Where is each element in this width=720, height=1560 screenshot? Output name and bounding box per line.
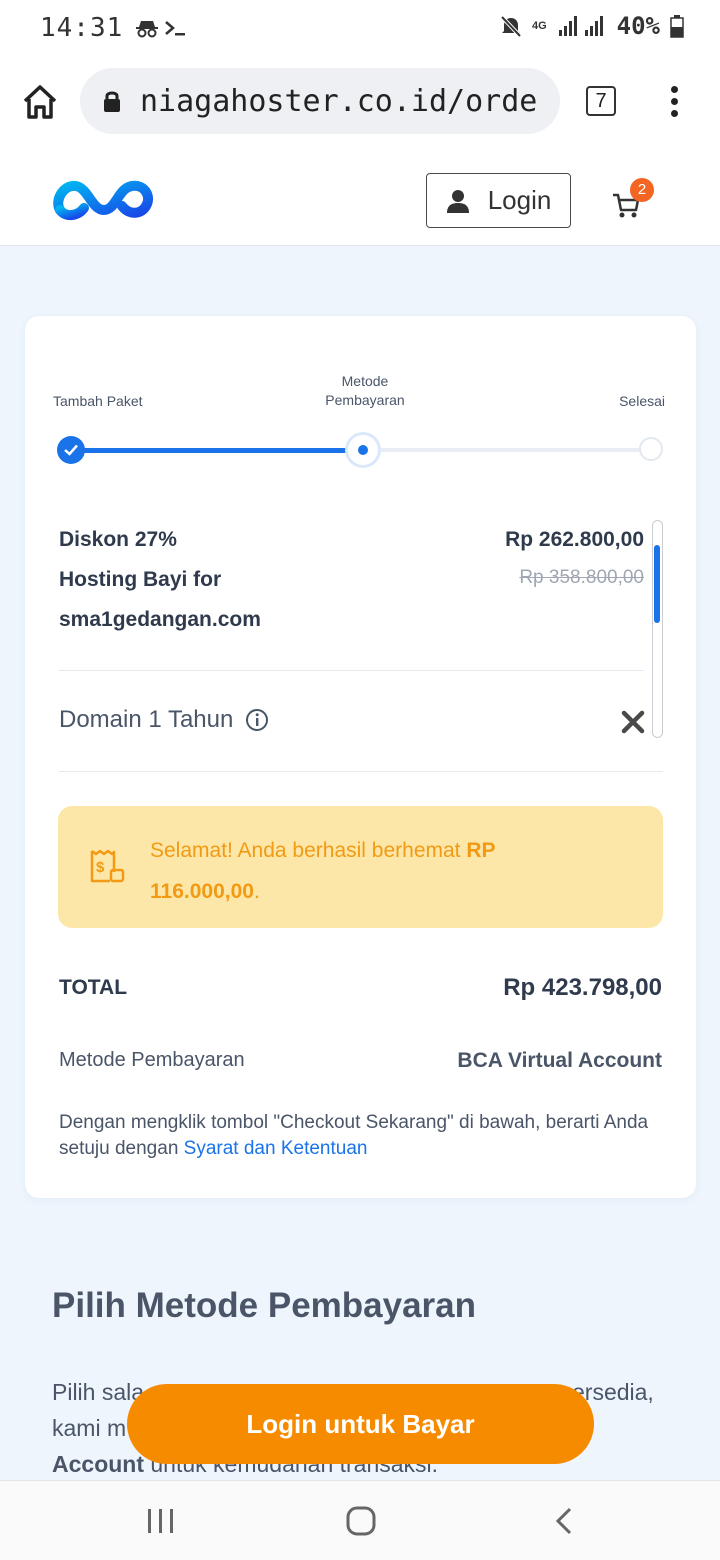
header-login-button[interactable]: Login [426, 173, 571, 228]
signal-icon [558, 16, 603, 36]
step-complete-indicator [57, 436, 85, 464]
item-old-price: Rp 358.800,00 [519, 567, 644, 588]
items-scrollbar[interactable] [652, 520, 663, 738]
payment-method-value: BCA Virtual Account [457, 1049, 662, 1072]
stepper-progress [71, 448, 361, 453]
step-label-2: Metode Pembayaran [325, 373, 405, 408]
terms-text: Dengan mengklik tombol "Checkout Sekaran… [59, 1112, 649, 1159]
browser-toolbar: niagahoster.co.id/orde 7 [0, 56, 720, 148]
total-value: Rp 423.798,00 [503, 974, 662, 1001]
mute-icon [500, 15, 522, 38]
niagahoster-logo[interactable] [52, 174, 156, 224]
divider [59, 771, 663, 772]
battery-percent: 40% [616, 12, 660, 40]
address-bar[interactable]: niagahoster.co.id/orde [80, 68, 560, 134]
info-icon[interactable] [245, 708, 269, 732]
user-icon [446, 189, 469, 213]
receipt-money-icon: $ [90, 849, 125, 883]
step-current-indicator [348, 435, 378, 465]
remove-domain-icon[interactable] [621, 710, 645, 734]
more-menu-icon[interactable] [664, 84, 684, 120]
check-icon [64, 444, 78, 456]
step-label-3: Selesai [619, 393, 665, 409]
status-bar: 14:31 4G 40% [0, 0, 720, 56]
battery-icon [670, 15, 684, 38]
login-label: Login [487, 185, 552, 215]
cart-badge: 2 [630, 178, 654, 202]
back-icon[interactable] [553, 1506, 575, 1536]
status-time: 14:31 [40, 13, 124, 43]
divider [59, 670, 644, 671]
lock-icon [104, 91, 120, 112]
savings-banner: $ Selamat! Anda berhasil berhemat RP 116… [58, 806, 663, 928]
terms-link[interactable]: Syarat dan Ketentuan [184, 1138, 368, 1159]
url-text: niagahoster.co.id/orde [140, 83, 538, 119]
step-label-1: Tambah Paket [53, 393, 143, 409]
tab-switcher-button[interactable]: 7 [586, 86, 616, 116]
login-to-pay-button[interactable]: Login untuk Bayar [127, 1384, 594, 1464]
item-domain: sma1gedangan.com [59, 608, 261, 631]
svg-text:$: $ [96, 859, 105, 876]
domain-item: Domain 1 Tahun [59, 706, 269, 734]
order-item: Diskon 27% Hosting Bayi for sma1gedangan… [59, 520, 644, 640]
network-type: 4G [531, 20, 547, 32]
site-header: Login 2 [0, 148, 720, 246]
item-price: Rp 262.800,00 [505, 528, 644, 551]
section-title: Pilih Metode Pembayaran [52, 1286, 477, 1325]
total-label: TOTAL [59, 976, 128, 999]
system-nav-bar [0, 1480, 720, 1560]
domain-label: Domain 1 Tahun [59, 706, 234, 733]
savings-text: Selamat! Anda berhasil berhemat RP 116.0… [150, 839, 496, 903]
incognito-icon [136, 21, 159, 38]
terminal-icon [165, 21, 186, 36]
home-icon[interactable] [20, 82, 60, 122]
step-next-indicator [639, 437, 663, 461]
recent-apps-icon[interactable] [146, 1507, 176, 1535]
home-nav-icon[interactable] [346, 1506, 376, 1536]
cart-button[interactable]: 2 [612, 178, 656, 222]
payment-method-label: Metode Pembayaran [59, 1049, 245, 1071]
order-summary-card: Tambah Paket Metode Pembayaran Selesai Di… [25, 316, 696, 1198]
